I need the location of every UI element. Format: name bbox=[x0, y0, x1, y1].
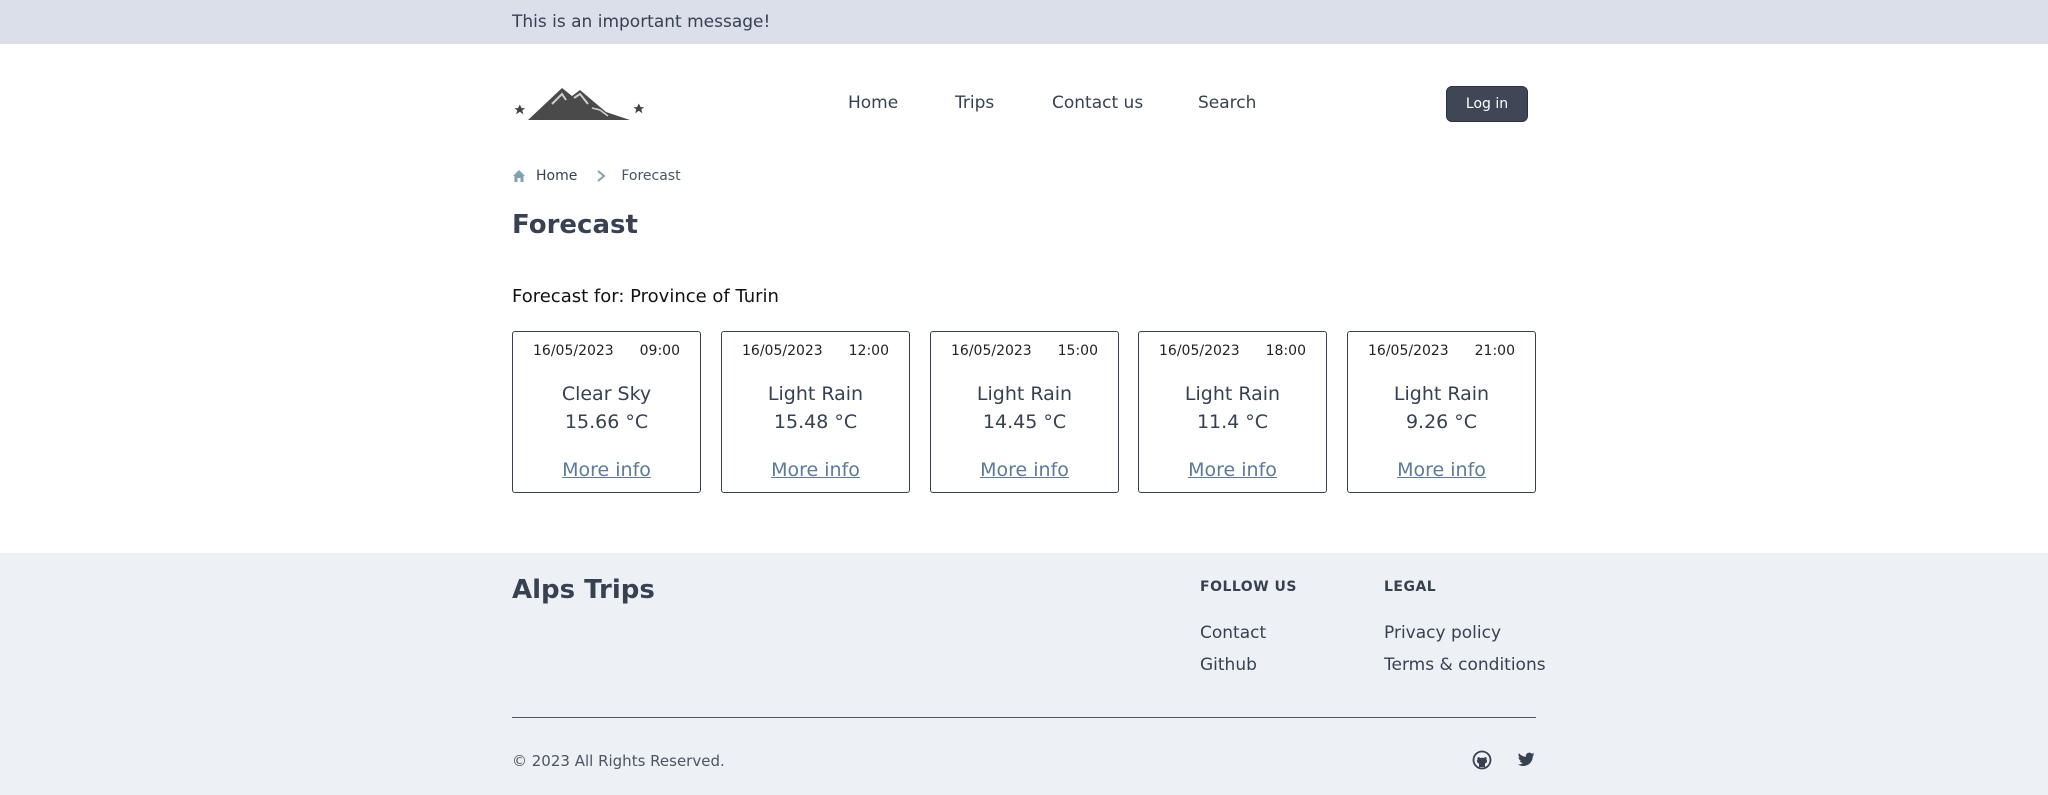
forecast-time: 21:00 bbox=[1474, 343, 1515, 359]
forecast-temperature: 15.48 °C bbox=[773, 411, 858, 433]
forecast-temperature: 11.4 °C bbox=[1196, 411, 1269, 433]
breadcrumb-home-link[interactable]: Home bbox=[536, 168, 577, 184]
forecast-time: 18:00 bbox=[1265, 343, 1306, 359]
announcement-text: This is an important message! bbox=[512, 12, 771, 32]
forecast-card: 16/05/2023 21:00 Light Rain 9.26 °C More… bbox=[1347, 331, 1536, 493]
more-info-link[interactable]: More info bbox=[722, 459, 909, 481]
more-info-link[interactable]: More info bbox=[513, 459, 700, 481]
footer-link-github[interactable]: Github bbox=[1200, 655, 1257, 675]
forecast-date: 16/05/2023 bbox=[1368, 343, 1449, 359]
login-button[interactable]: Log in bbox=[1446, 86, 1528, 122]
forecast-time: 12:00 bbox=[848, 343, 889, 359]
forecast-date: 16/05/2023 bbox=[742, 343, 823, 359]
forecast-temperature: 9.26 °C bbox=[1405, 411, 1478, 433]
nav-home[interactable]: Home bbox=[848, 93, 898, 113]
more-info-link[interactable]: More info bbox=[1139, 459, 1326, 481]
announcement-banner: This is an important message! bbox=[0, 0, 2048, 44]
footer-link-privacy-policy[interactable]: Privacy policy bbox=[1384, 623, 1501, 643]
more-info-link[interactable]: More info bbox=[1348, 459, 1535, 481]
breadcrumb-current: Forecast bbox=[621, 168, 681, 184]
footer-link-terms[interactable]: Terms & conditions bbox=[1384, 655, 1546, 675]
nav-search[interactable]: Search bbox=[1198, 93, 1256, 113]
chevron-right-icon bbox=[595, 169, 607, 183]
copyright-text: © 2023 All Rights Reserved. bbox=[512, 752, 725, 770]
site-footer: Alps Trips FOLLOW US Contact Github LEGA… bbox=[0, 553, 2048, 795]
forecast-temperature: 14.45 °C bbox=[982, 411, 1067, 433]
legal-heading: LEGAL bbox=[1384, 579, 1437, 595]
forecast-card: 16/05/2023 12:00 Light Rain 15.48 °C Mor… bbox=[721, 331, 910, 493]
nav-contact-us[interactable]: Contact us bbox=[1052, 93, 1143, 113]
forecast-date: 16/05/2023 bbox=[533, 343, 614, 359]
follow-us-heading: FOLLOW US bbox=[1200, 579, 1297, 595]
footer-brand: Alps Trips bbox=[512, 575, 655, 605]
forecast-time: 15:00 bbox=[1057, 343, 1098, 359]
footer-divider bbox=[512, 717, 1536, 718]
forecast-temperature: 15.66 °C bbox=[564, 411, 649, 433]
forecast-condition: Light Rain bbox=[1184, 383, 1281, 405]
forecast-location: Forecast for: Province of Turin bbox=[512, 286, 779, 307]
github-icon[interactable] bbox=[1472, 750, 1492, 770]
forecast-condition: Light Rain bbox=[976, 383, 1073, 405]
nav-trips[interactable]: Trips bbox=[955, 93, 994, 113]
footer-link-contact[interactable]: Contact bbox=[1200, 623, 1266, 643]
forecast-date: 16/05/2023 bbox=[1159, 343, 1240, 359]
forecast-condition: Clear Sky bbox=[561, 383, 652, 405]
forecast-date: 16/05/2023 bbox=[951, 343, 1032, 359]
breadcrumb: Home Forecast bbox=[512, 166, 681, 186]
mountain-logo-icon[interactable] bbox=[512, 86, 646, 122]
forecast-condition: Light Rain bbox=[767, 383, 864, 405]
twitter-icon[interactable] bbox=[1516, 750, 1536, 770]
forecast-card: 16/05/2023 15:00 Light Rain 14.45 °C Mor… bbox=[930, 331, 1119, 493]
forecast-condition: Light Rain bbox=[1393, 383, 1490, 405]
forecast-card: 16/05/2023 18:00 Light Rain 11.4 °C More… bbox=[1138, 331, 1327, 493]
page-title: Forecast bbox=[512, 210, 638, 240]
home-icon bbox=[512, 169, 526, 183]
more-info-link[interactable]: More info bbox=[931, 459, 1118, 481]
forecast-card: 16/05/2023 09:00 Clear Sky 15.66 °C More… bbox=[512, 331, 701, 493]
forecast-time: 09:00 bbox=[639, 343, 680, 359]
